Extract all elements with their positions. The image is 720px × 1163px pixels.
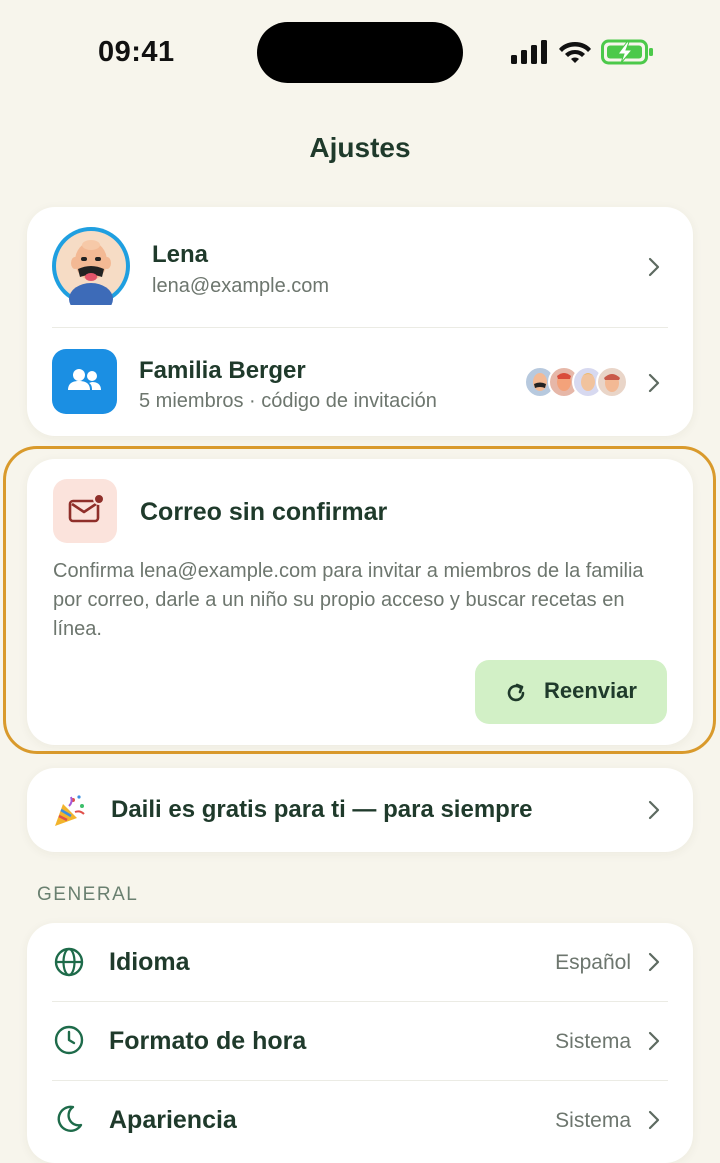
settings-item-label: Formato de hora: [109, 1027, 307, 1055]
section-label-general: GENERAL: [37, 884, 139, 905]
settings-item-language[interactable]: Idioma Español: [27, 923, 693, 1001]
chevron-right-icon: [648, 257, 660, 277]
chevron-right-icon: [648, 1031, 660, 1051]
account-card: Lena lena@example.com Familia Berger 5 m…: [27, 207, 693, 436]
resend-button[interactable]: Reenviar: [475, 660, 667, 724]
email-notice-body: Confirma lena@example.com para invitar a…: [53, 560, 644, 640]
general-settings-card: Idioma Español Formato de hora Sistema A…: [27, 923, 693, 1163]
settings-item-time-format[interactable]: Formato de hora Sistema: [27, 1002, 693, 1080]
moon-icon: [57, 1105, 83, 1132]
free-banner[interactable]: Daili es gratis para ti — para siempre: [27, 768, 693, 852]
mail-alert-icon: [53, 479, 117, 543]
family-row[interactable]: Familia Berger 5 miembros · código de in…: [27, 328, 693, 436]
cartoon-avatar-icon: [56, 231, 126, 315]
party-popper-icon: [55, 795, 85, 826]
settings-item-label: Apariencia: [109, 1106, 237, 1134]
family-group-icon: [52, 349, 117, 414]
chevron-right-icon: [648, 1110, 660, 1130]
battery-charging-icon: [601, 39, 653, 65]
chevron-right-icon: [648, 952, 660, 972]
globe-icon: [54, 947, 84, 977]
refresh-icon: [507, 683, 525, 702]
chevron-right-icon: [648, 373, 660, 393]
email-notice-title: Correo sin confirmar: [140, 498, 388, 526]
unconfirmed-email-card: Correo sin confirmar Confirma lena@examp…: [27, 459, 693, 745]
avatar: [52, 227, 130, 315]
settings-item-appearance[interactable]: Apariencia Sistema: [27, 1081, 693, 1159]
profile-name: Lena: [152, 241, 209, 268]
free-banner-text: Daili es gratis para ti — para siempre: [111, 796, 533, 823]
chevron-right-icon: [648, 800, 660, 820]
cellular-signal-icon: [511, 40, 547, 64]
settings-item-label: Idioma: [109, 948, 190, 976]
resend-button-label: Reenviar: [544, 678, 637, 703]
profile-row[interactable]: Lena lena@example.com: [27, 207, 693, 327]
wifi-icon: [559, 42, 591, 63]
clock-icon: [54, 1025, 84, 1055]
dynamic-island: [257, 22, 463, 83]
settings-item-value: Sistema: [555, 1109, 631, 1132]
settings-item-value: Español: [555, 951, 631, 974]
status-time: 09:41: [98, 36, 175, 68]
profile-email: lena@example.com: [152, 275, 330, 297]
family-name: Familia Berger: [139, 357, 306, 384]
member-avatars: [524, 366, 628, 398]
family-subtitle: 5 miembros · código de invitación: [139, 390, 437, 412]
page-title: Ajustes: [309, 132, 411, 163]
status-bar: 09:41: [0, 0, 720, 106]
settings-item-value: Sistema: [555, 1030, 631, 1053]
